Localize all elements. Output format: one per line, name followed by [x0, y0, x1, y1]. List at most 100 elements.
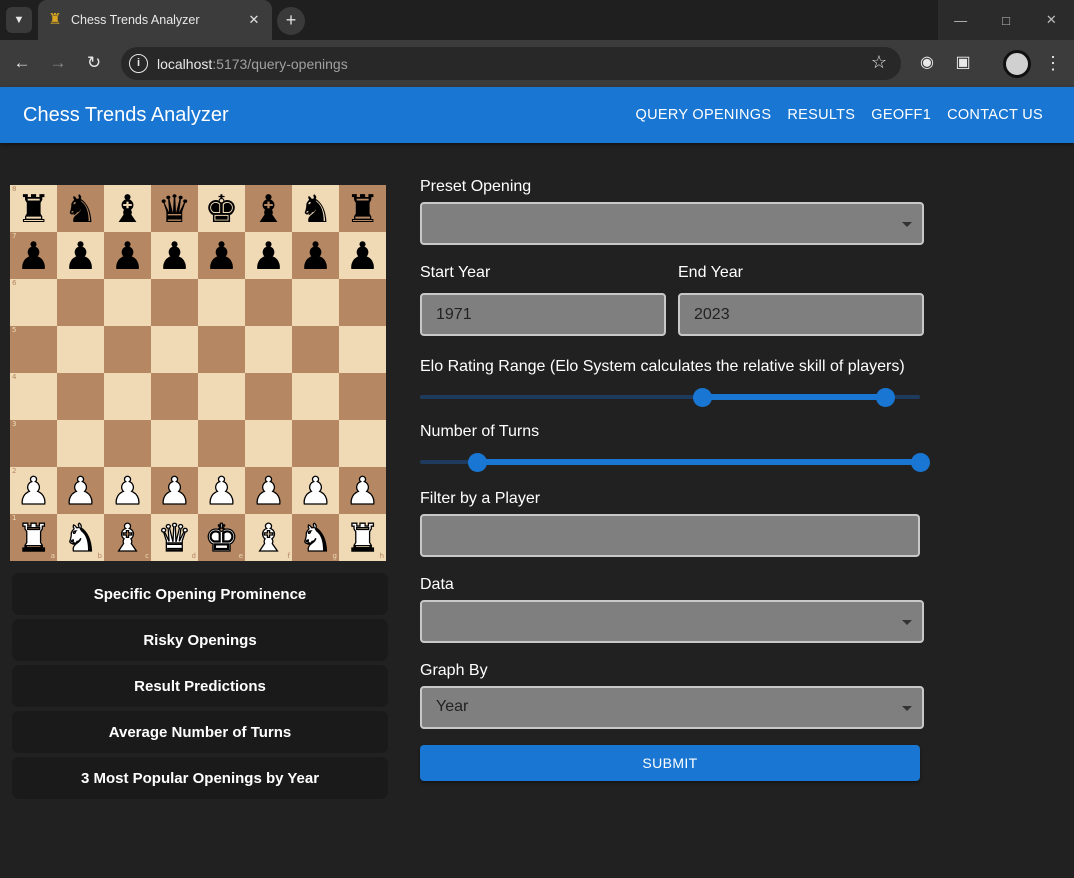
white-knight-icon[interactable]: ♞ — [63, 518, 98, 557]
risky-openings-button[interactable]: Risky Openings — [12, 619, 388, 661]
square-d1[interactable]: d ♛ — [151, 514, 198, 561]
nav-user-geoff1[interactable]: GEOFF1 — [871, 107, 931, 123]
turns-max-thumb[interactable] — [910, 453, 930, 472]
square-b4[interactable] — [57, 373, 104, 420]
start-year-input[interactable]: 1971 — [420, 293, 666, 336]
black-pawn-icon[interactable]: ♟ — [157, 237, 191, 275]
square-c5[interactable] — [104, 326, 151, 373]
square-c3[interactable] — [104, 420, 151, 467]
square-a2[interactable]: 2 ♟ — [10, 467, 57, 514]
white-pawn-icon[interactable]: ♟ — [298, 471, 333, 510]
square-a8[interactable]: 8 ♜ — [10, 185, 57, 232]
reload-icon[interactable]: ↻ — [81, 50, 107, 76]
square-h4[interactable] — [339, 373, 386, 420]
black-knight-icon[interactable]: ♞ — [63, 190, 97, 228]
square-b5[interactable] — [57, 326, 104, 373]
white-rook-icon[interactable]: ♜ — [16, 518, 51, 557]
black-knight-icon[interactable]: ♞ — [298, 190, 332, 228]
square-h7[interactable]: ♟ — [339, 232, 386, 279]
white-pawn-icon[interactable]: ♟ — [204, 471, 239, 510]
square-h3[interactable] — [339, 420, 386, 467]
square-g7[interactable]: ♟ — [292, 232, 339, 279]
square-d2[interactable]: ♟ — [151, 467, 198, 514]
close-window-icon[interactable]: ✕ — [1029, 0, 1074, 40]
profile-avatar[interactable] — [1003, 50, 1031, 78]
square-e7[interactable]: ♟ — [198, 232, 245, 279]
white-knight-icon[interactable]: ♞ — [298, 518, 333, 557]
square-e1[interactable]: e ♚ — [198, 514, 245, 561]
white-pawn-icon[interactable]: ♟ — [251, 471, 286, 510]
extension-avatar-icon[interactable]: ◉ — [916, 52, 938, 74]
white-pawn-icon[interactable]: ♟ — [63, 471, 98, 510]
white-pawn-icon[interactable]: ♟ — [16, 471, 51, 510]
turns-min-thumb[interactable] — [468, 453, 487, 472]
elo-range-slider[interactable] — [420, 387, 920, 407]
white-pawn-icon[interactable]: ♟ — [110, 471, 145, 510]
square-e8[interactable]: ♚ — [198, 185, 245, 232]
black-pawn-icon[interactable]: ♟ — [63, 237, 97, 275]
black-pawn-icon[interactable]: ♟ — [251, 237, 285, 275]
square-f1[interactable]: f ♝ — [245, 514, 292, 561]
nav-contact-us[interactable]: CONTACT US — [947, 107, 1043, 123]
square-c1[interactable]: c ♝ — [104, 514, 151, 561]
square-h2[interactable]: ♟ — [339, 467, 386, 514]
square-f5[interactable] — [245, 326, 292, 373]
back-arrow-icon[interactable]: ← — [9, 50, 35, 76]
white-pawn-icon[interactable]: ♟ — [157, 471, 192, 510]
square-b2[interactable]: ♟ — [57, 467, 104, 514]
nav-results[interactable]: RESULTS — [787, 107, 855, 123]
white-pawn-icon[interactable]: ♟ — [345, 471, 380, 510]
square-b6[interactable] — [57, 279, 104, 326]
turns-range-slider[interactable] — [420, 452, 930, 472]
square-a3[interactable]: 3 — [10, 420, 57, 467]
elo-max-thumb[interactable] — [875, 388, 895, 407]
submit-button[interactable]: SUBMIT — [420, 745, 920, 781]
end-year-input[interactable]: 2023 — [678, 293, 924, 336]
black-rook-icon[interactable]: ♜ — [345, 190, 379, 228]
square-d5[interactable] — [151, 326, 198, 373]
browser-tab[interactable]: ♜ Chess Trends Analyzer ✕ — [38, 0, 272, 40]
maximize-icon[interactable]: □ — [983, 0, 1028, 40]
square-d6[interactable] — [151, 279, 198, 326]
square-f6[interactable] — [245, 279, 292, 326]
square-e5[interactable] — [198, 326, 245, 373]
extensions-puzzle-icon[interactable]: ▣ — [952, 52, 974, 74]
square-h6[interactable] — [339, 279, 386, 326]
minimize-icon[interactable]: — — [938, 0, 983, 40]
player-filter-input[interactable] — [420, 514, 920, 557]
square-c8[interactable]: ♝ — [104, 185, 151, 232]
square-g5[interactable] — [292, 326, 339, 373]
data-select[interactable] — [420, 600, 924, 643]
square-g4[interactable] — [292, 373, 339, 420]
square-e4[interactable] — [198, 373, 245, 420]
black-bishop-icon[interactable]: ♝ — [251, 190, 285, 228]
square-h8[interactable]: ♜ — [339, 185, 386, 232]
black-pawn-icon[interactable]: ♟ — [110, 237, 144, 275]
tab-search-icon[interactable]: ▼ — [6, 7, 32, 33]
square-f4[interactable] — [245, 373, 292, 420]
square-f7[interactable]: ♟ — [245, 232, 292, 279]
square-a6[interactable]: 6 — [10, 279, 57, 326]
black-pawn-icon[interactable]: ♟ — [345, 237, 379, 275]
square-h1[interactable]: h ♜ — [339, 514, 386, 561]
graph-by-select[interactable]: Year — [420, 686, 924, 729]
square-c6[interactable] — [104, 279, 151, 326]
average-number-of-turns-button[interactable]: Average Number of Turns — [12, 711, 388, 753]
browser-menu-icon[interactable]: ⋮ — [1044, 51, 1062, 75]
result-predictions-button[interactable]: Result Predictions — [12, 665, 388, 707]
square-d4[interactable] — [151, 373, 198, 420]
square-e2[interactable]: ♟ — [198, 467, 245, 514]
black-rook-icon[interactable]: ♜ — [16, 190, 50, 228]
chessboard[interactable]: 8 ♜ ♞ ♝ ♛ ♚ ♝ ♞ ♜ 7 ♟ ♟ ♟ ♟ ♟ ♟ ♟ ♟ 6 5 4 3 2 ♟ ♟ ♟ ♟ ♟ ♟ ♟ ♟ 1 a ♜ b ♞ c ♝ d ♛… — [10, 185, 386, 561]
forward-arrow-icon[interactable]: → — [45, 50, 71, 76]
square-b1[interactable]: b ♞ — [57, 514, 104, 561]
nav-query-openings[interactable]: QUERY OPENINGS — [636, 107, 772, 123]
black-pawn-icon[interactable]: ♟ — [16, 237, 50, 275]
white-bishop-icon[interactable]: ♝ — [251, 518, 286, 557]
square-g3[interactable] — [292, 420, 339, 467]
url-text[interactable]: localhost:5173/query-openings — [157, 56, 348, 72]
elo-min-thumb[interactable] — [693, 388, 712, 407]
square-f2[interactable]: ♟ — [245, 467, 292, 514]
square-d8[interactable]: ♛ — [151, 185, 198, 232]
square-a7[interactable]: 7 ♟ — [10, 232, 57, 279]
